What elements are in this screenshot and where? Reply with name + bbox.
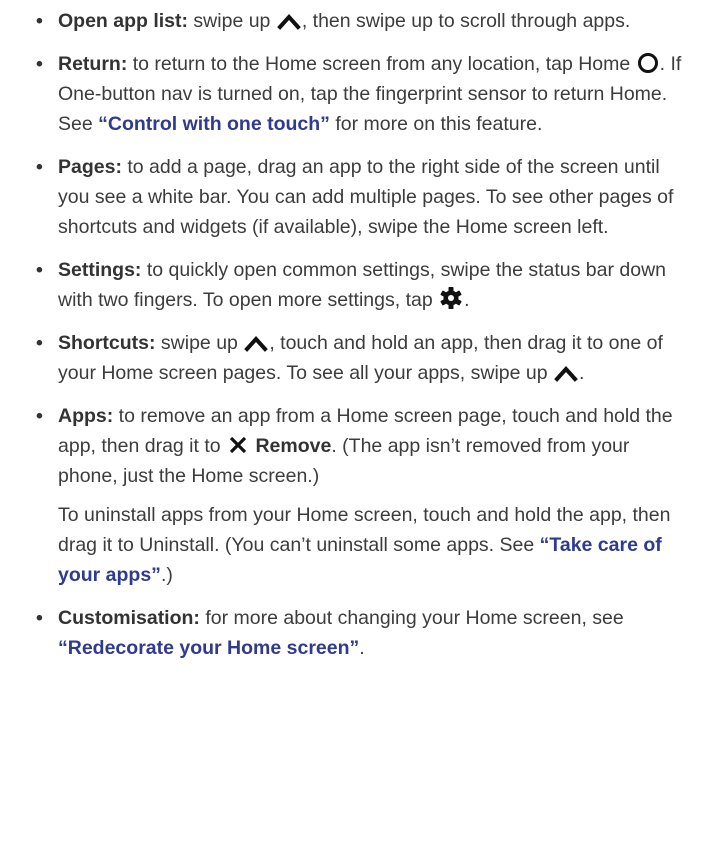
link-redecorate-your-home-screen[interactable]: “Redecorate your Home screen” bbox=[58, 637, 359, 659]
tip-return: • Return: to return to the Home screen f… bbox=[36, 49, 684, 139]
tip-text: to quickly open common settings, swipe t… bbox=[58, 259, 667, 311]
tip-text: . bbox=[464, 289, 470, 311]
tip-settings: • Settings: to quickly open common setti… bbox=[36, 255, 684, 315]
tip-pages: • Pages: to add a page, drag an app to t… bbox=[36, 152, 684, 242]
chevron-up-icon bbox=[554, 363, 578, 383]
tip-text: to return to the Home screen from any lo… bbox=[127, 53, 636, 75]
bullet: • bbox=[36, 259, 43, 281]
tip-term: Return: bbox=[58, 53, 128, 75]
tip-apps: • Apps: to remove an app from a Home scr… bbox=[36, 401, 684, 491]
link-control-with-one-touch[interactable]: “Control with one touch” bbox=[98, 113, 330, 135]
tip-text: for more on this feature. bbox=[329, 113, 543, 135]
bullet: • bbox=[36, 53, 43, 75]
chevron-up-icon bbox=[244, 333, 269, 353]
bullet: • bbox=[36, 10, 43, 32]
tip-text: , then swipe up to scroll through apps. bbox=[301, 10, 631, 32]
tip-text: swipe up bbox=[188, 10, 276, 32]
bullet: • bbox=[36, 156, 43, 178]
tip-text: .) bbox=[160, 564, 173, 586]
tip-term: Customisation: bbox=[58, 607, 200, 629]
tip-term: Pages: bbox=[58, 156, 122, 178]
bullet: • bbox=[36, 405, 43, 427]
tip-apps-uninstall-note: To uninstall apps from your Home screen,… bbox=[36, 500, 684, 590]
tip-term: Settings: bbox=[58, 259, 142, 281]
tip-open-app-list: • Open app list: swipe up , then swipe u… bbox=[36, 6, 684, 36]
gear-icon bbox=[439, 286, 463, 310]
tip-text: to add a page, drag an app to the right … bbox=[58, 156, 674, 238]
tip-term: Open app list: bbox=[58, 10, 189, 32]
bullet: • bbox=[36, 607, 43, 629]
home-circle-icon bbox=[637, 52, 659, 74]
tip-customisation: • Customisation: for more about changing… bbox=[36, 603, 684, 663]
tip-text: for more about changing your Home screen… bbox=[199, 607, 624, 629]
tip-shortcuts: • Shortcuts: swipe up , touch and hold a… bbox=[36, 328, 684, 388]
bullet: • bbox=[36, 332, 43, 354]
chevron-up-icon bbox=[277, 11, 301, 31]
tip-text: . bbox=[579, 362, 585, 384]
tip-text: swipe up bbox=[155, 332, 244, 354]
tip-term: Shortcuts: bbox=[58, 332, 156, 354]
close-icon bbox=[227, 434, 249, 456]
manual-page: • Open app list: swipe up , then swipe u… bbox=[0, 0, 702, 843]
remove-label: Remove bbox=[255, 435, 332, 457]
tip-text: . bbox=[359, 637, 365, 659]
home-screen-tips-list: • Open app list: swipe up , then swipe u… bbox=[36, 6, 684, 663]
tip-term: Apps: bbox=[58, 405, 114, 427]
